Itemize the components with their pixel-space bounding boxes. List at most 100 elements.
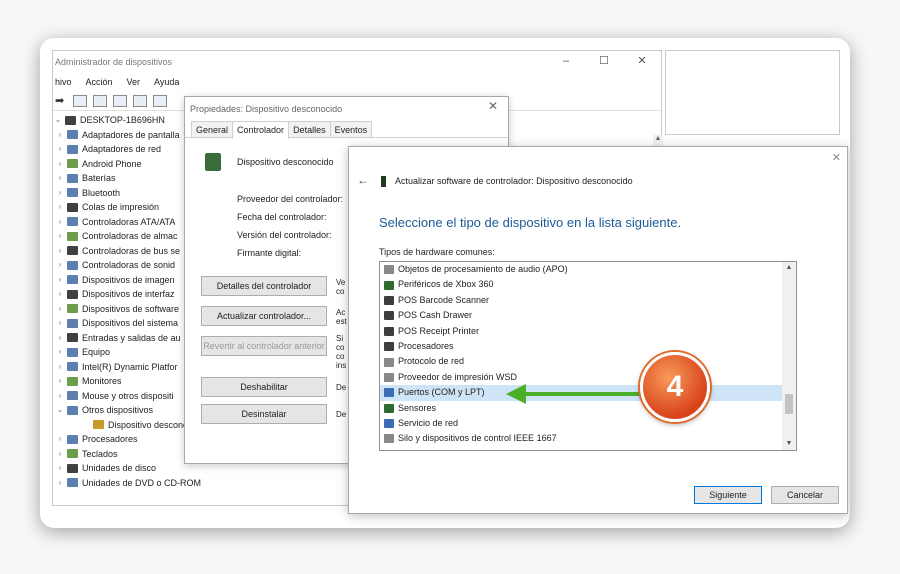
tree-item-label: Entradas y salidas de au bbox=[82, 332, 181, 343]
tree-item-label: Dispositivos de software bbox=[82, 303, 180, 314]
chevron-right-icon[interactable]: › bbox=[55, 287, 65, 302]
show-hidden-tool-icon[interactable] bbox=[93, 94, 107, 107]
chevron-right-icon[interactable]: › bbox=[55, 128, 65, 143]
rollback-driver-button[interactable]: Revertir al controlador anterior bbox=[201, 336, 327, 356]
device-icon bbox=[381, 176, 386, 187]
tree-item-label: Baterías bbox=[82, 173, 116, 183]
tab-general[interactable]: General bbox=[191, 121, 234, 137]
chevron-right-icon[interactable]: › bbox=[55, 142, 65, 157]
chevron-down-icon[interactable]: ⌄ bbox=[55, 403, 65, 418]
cancel-button[interactable]: Cancelar bbox=[771, 486, 839, 504]
help-tool-icon[interactable] bbox=[113, 94, 127, 107]
scan-tool-icon[interactable] bbox=[153, 94, 167, 107]
scroll-thumb[interactable] bbox=[785, 394, 793, 414]
maximize-button[interactable]: ☐ bbox=[585, 51, 623, 71]
properties-tool-icon[interactable] bbox=[73, 94, 87, 107]
network-adapter-icon bbox=[67, 144, 78, 154]
hardware-type-item[interactable]: Objetos de procesamiento de audio (APO) bbox=[380, 262, 796, 277]
chevron-right-icon[interactable]: › bbox=[55, 389, 65, 404]
chevron-right-icon[interactable]: › bbox=[55, 200, 65, 215]
menu-help[interactable]: Ayuda bbox=[154, 73, 179, 91]
menu-view[interactable]: Ver bbox=[127, 73, 141, 91]
hardware-type-items: Objetos de procesamiento de audio (APO) P… bbox=[380, 262, 796, 447]
hardware-type-label: Objetos de procesamiento de audio (APO) bbox=[398, 264, 568, 274]
properties-tabs: General Controlador Detalles Eventos bbox=[185, 121, 508, 139]
back-arrow-icon[interactable]: ← bbox=[357, 173, 369, 187]
chevron-right-icon[interactable]: › bbox=[55, 331, 65, 346]
scroll-up-icon[interactable]: ▲ bbox=[782, 262, 796, 274]
hardware-type-item[interactable]: POS Barcode Scanner bbox=[380, 293, 796, 308]
network-service-icon bbox=[384, 419, 394, 429]
chevron-right-icon[interactable]: › bbox=[55, 432, 65, 447]
hardware-type-item[interactable]: POS Receipt Printer bbox=[380, 324, 796, 339]
tree-item-label: Procesadores bbox=[82, 434, 138, 444]
network-protocol-icon bbox=[384, 357, 394, 367]
driver-provider-label: Proveedor del controlador: bbox=[237, 194, 344, 204]
hardware-type-item[interactable]: Silo y dispositivos de control IEEE 1667 bbox=[380, 431, 796, 446]
unknown-device-icon bbox=[205, 153, 221, 171]
tree-item-label: Adaptadores de pantalla bbox=[82, 129, 180, 140]
chevron-right-icon[interactable]: › bbox=[55, 345, 65, 360]
disk-icon bbox=[67, 463, 78, 473]
hardware-type-item[interactable]: Servicio de red bbox=[380, 416, 796, 431]
hardware-type-item[interactable]: Protocolo de red bbox=[380, 354, 796, 369]
tree-item-label: Controladoras de bus se bbox=[82, 245, 181, 256]
disable-button[interactable]: Deshabilitar bbox=[201, 377, 327, 397]
view-tool-icon[interactable] bbox=[133, 94, 147, 107]
driver-details-button[interactable]: Detalles del controlador bbox=[201, 276, 327, 296]
chevron-right-icon[interactable]: › bbox=[55, 302, 65, 317]
properties-title: Propiedades: Dispositivo desconocido bbox=[190, 104, 343, 114]
tab-driver[interactable]: Controlador bbox=[232, 121, 290, 139]
ata-controller-icon bbox=[67, 217, 78, 227]
tree-item-label: Unidades de DVD o CD-ROM bbox=[82, 477, 202, 488]
tree-item-label: Dispositivos del sistema bbox=[82, 318, 179, 328]
menu-bar: hivo Acción Ver Ayuda bbox=[53, 73, 661, 91]
tree-item-label: Unidades de disco bbox=[82, 463, 157, 473]
tree-item-label: Intel(R) Dynamic Platfor bbox=[82, 361, 178, 372]
update-driver-button[interactable]: Actualizar controlador... bbox=[201, 306, 327, 326]
chevron-right-icon[interactable]: › bbox=[55, 229, 65, 244]
scroll-up-icon[interactable]: ▲ bbox=[653, 135, 663, 142]
uninstall-button[interactable]: Desinstalar bbox=[201, 404, 327, 424]
chevron-down-icon[interactable]: ⌄ bbox=[53, 113, 63, 128]
chevron-right-icon[interactable]: › bbox=[55, 447, 65, 462]
chevron-right-icon[interactable]: › bbox=[55, 374, 65, 389]
next-button[interactable]: Siguiente bbox=[694, 486, 762, 504]
hardware-type-item[interactable]: POS Cash Drawer bbox=[380, 308, 796, 323]
phone-icon bbox=[67, 159, 78, 169]
hardware-type-label: POS Barcode Scanner bbox=[398, 294, 490, 305]
tab-details[interactable]: Detalles bbox=[288, 121, 331, 137]
battery-icon bbox=[67, 173, 78, 183]
chevron-right-icon[interactable]: › bbox=[55, 157, 65, 172]
port-icon bbox=[384, 388, 394, 398]
chevron-right-icon[interactable]: › bbox=[55, 244, 65, 259]
barcode-scanner-icon bbox=[384, 295, 394, 305]
scroll-down-icon[interactable]: ▼ bbox=[782, 438, 796, 450]
chevron-right-icon[interactable]: › bbox=[55, 215, 65, 230]
menu-file[interactable]: hivo bbox=[55, 73, 72, 91]
tree-item-label: Monitores bbox=[82, 376, 122, 386]
properties-close-icon[interactable]: ✕ bbox=[488, 99, 498, 113]
hardware-type-item[interactable]: Periféricos de Xbox 360 bbox=[380, 277, 796, 292]
chevron-right-icon[interactable]: › bbox=[55, 258, 65, 273]
wizard-close-icon[interactable]: ✕ bbox=[832, 151, 841, 164]
forward-arrow-icon[interactable]: ➡ bbox=[55, 95, 67, 107]
minimize-button[interactable]: – bbox=[547, 51, 585, 71]
tab-events[interactable]: Eventos bbox=[329, 121, 373, 137]
hardware-type-item[interactable]: Procesadores bbox=[380, 339, 796, 354]
list-scrollbar[interactable]: ▲ ▼ bbox=[782, 262, 796, 450]
close-button[interactable]: ✕ bbox=[623, 51, 661, 71]
chevron-right-icon[interactable]: › bbox=[55, 171, 65, 186]
tree-item-label: Mouse y otros dispositi bbox=[82, 390, 174, 401]
chevron-right-icon[interactable]: › bbox=[55, 476, 65, 491]
chevron-right-icon[interactable]: › bbox=[55, 316, 65, 331]
chevron-right-icon[interactable]: › bbox=[55, 273, 65, 288]
chevron-right-icon[interactable]: › bbox=[55, 360, 65, 375]
processor-icon bbox=[384, 342, 394, 352]
driver-version-label: Versión del controlador: bbox=[237, 230, 332, 240]
chevron-right-icon[interactable]: › bbox=[55, 186, 65, 201]
audio-io-icon bbox=[67, 333, 78, 343]
chevron-right-icon[interactable]: › bbox=[55, 461, 65, 476]
menu-action[interactable]: Acción bbox=[86, 73, 113, 91]
tree-item-label: Teclados bbox=[82, 448, 118, 459]
